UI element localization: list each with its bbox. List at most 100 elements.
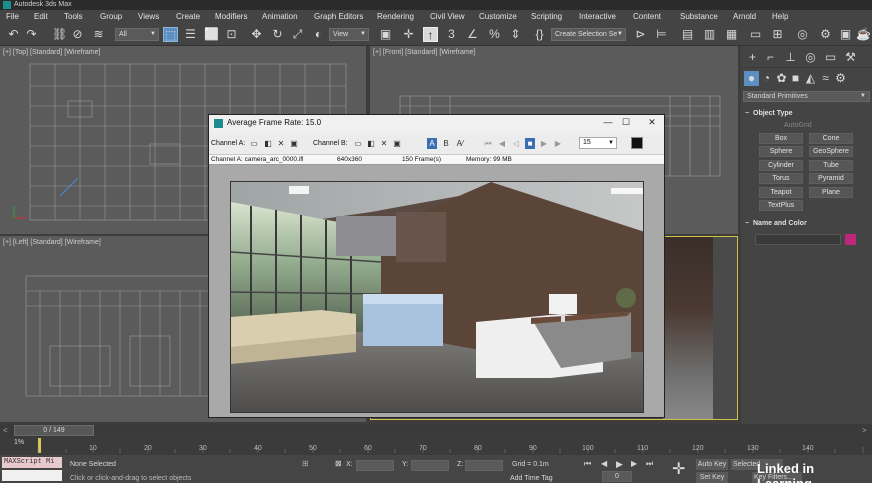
select-by-name-icon[interactable]: ☰ bbox=[183, 27, 198, 42]
viewport-left-label[interactable]: [+] [Left] [Standard] [Wireframe] bbox=[3, 239, 101, 246]
pyramid-button[interactable]: Pyramid bbox=[809, 173, 853, 184]
cameras-icon[interactable]: ■ bbox=[788, 71, 803, 86]
next-frame-icon[interactable]: ▶ bbox=[553, 138, 563, 149]
link-icon[interactable]: ⛓ bbox=[52, 27, 67, 42]
torus-button[interactable]: Torus bbox=[759, 173, 803, 184]
select-manipulate-icon[interactable]: ✛ bbox=[401, 27, 416, 42]
save-b-icon[interactable]: ◧ bbox=[366, 138, 376, 149]
cone-button[interactable]: Cone bbox=[809, 133, 853, 144]
viewport-front-label[interactable]: [+] [Front] [Standard] [Wireframe] bbox=[373, 49, 476, 56]
menu-create[interactable]: Create bbox=[176, 12, 200, 21]
prev-key-icon[interactable]: ◀ bbox=[601, 459, 607, 468]
ab-compare-icon[interactable]: A⁄ bbox=[455, 138, 465, 149]
menu-interactive[interactable]: Interactive bbox=[579, 12, 616, 21]
clear-b-icon[interactable]: ✕ bbox=[379, 138, 389, 149]
render-icon[interactable]: ☕ bbox=[856, 27, 871, 42]
maxscript-output[interactable] bbox=[2, 470, 62, 481]
pivot-center-icon[interactable]: ▣ bbox=[378, 27, 393, 42]
category-dropdown[interactable]: Standard Primitives ▼ bbox=[743, 91, 870, 102]
curve-editor-icon[interactable]: ▭ bbox=[748, 27, 763, 42]
go-to-start-icon[interactable]: ⏮ bbox=[584, 459, 591, 469]
sphere-button[interactable]: Sphere bbox=[759, 146, 803, 157]
menu-file[interactable]: File bbox=[6, 12, 19, 21]
scale-icon[interactable]: ⤢ bbox=[290, 27, 305, 42]
tube-button[interactable]: Tube bbox=[809, 160, 853, 171]
menu-civil-view[interactable]: Civil View bbox=[430, 12, 465, 21]
add-time-tag[interactable]: Add Time Tag bbox=[510, 475, 553, 482]
close-icon[interactable]: ✕ bbox=[645, 117, 659, 128]
edit-named-sets-icon[interactable]: {} bbox=[532, 27, 547, 42]
x-coord-field[interactable] bbox=[356, 460, 394, 471]
ribbon-icon[interactable]: ▦ bbox=[724, 27, 739, 42]
select-object-icon[interactable]: ⬚ bbox=[163, 27, 178, 42]
play-reverse-icon[interactable]: ◁ bbox=[511, 138, 521, 149]
helpers-icon[interactable]: ◭ bbox=[803, 71, 818, 86]
prev-frame-icon[interactable]: ◀ bbox=[497, 138, 507, 149]
systems-icon[interactable]: ⚙ bbox=[833, 71, 848, 86]
frame-rate-dropdown[interactable]: 15 ▼ bbox=[579, 137, 617, 149]
spacewarps-icon[interactable]: ≈ bbox=[818, 71, 833, 86]
menu-animation[interactable]: Animation bbox=[262, 12, 298, 21]
z-coord-field[interactable] bbox=[465, 460, 503, 471]
layer-explorer-icon[interactable]: ▥ bbox=[702, 27, 717, 42]
geosphere-button[interactable]: GeoSphere bbox=[809, 146, 853, 157]
keyboard-shortcut-icon[interactable]: ↑ bbox=[423, 27, 438, 42]
menu-views[interactable]: Views bbox=[138, 12, 159, 21]
align-icon[interactable]: ⊨ bbox=[654, 27, 669, 42]
autogrid-checkbox[interactable]: AutoGrid bbox=[784, 122, 812, 129]
box-button[interactable]: Box bbox=[759, 133, 803, 144]
menu-graph-editors[interactable]: Graph Editors bbox=[314, 12, 363, 21]
menu-tools[interactable]: Tools bbox=[64, 12, 83, 21]
viewport-top-label[interactable]: [+] [Top] [Standard] [Wireframe] bbox=[3, 49, 100, 56]
geometry-icon[interactable]: ● bbox=[744, 71, 759, 86]
lock-icon[interactable]: ⊞ bbox=[302, 459, 309, 468]
teapot-button[interactable]: Teapot bbox=[759, 187, 803, 198]
menu-modifiers[interactable]: Modifiers bbox=[215, 12, 247, 21]
save-icon[interactable]: ◧ bbox=[263, 138, 273, 149]
next-key-icon[interactable]: ▶ bbox=[631, 459, 637, 468]
object-color-swatch[interactable] bbox=[845, 234, 856, 245]
menu-edit[interactable]: Edit bbox=[34, 12, 48, 21]
place-icon[interactable]: ◐ bbox=[311, 27, 326, 42]
snaps-toggle-icon[interactable]: 3 bbox=[444, 27, 459, 42]
bind-spacewarp-icon[interactable]: ≋ bbox=[91, 27, 106, 42]
percent-snap-icon[interactable]: % bbox=[487, 27, 502, 42]
menu-arnold[interactable]: Arnold bbox=[733, 12, 756, 21]
cylinder-button[interactable]: Cylinder bbox=[759, 160, 803, 171]
name-color-rollout[interactable]: Name and Color bbox=[743, 218, 870, 229]
ref-coord-dropdown[interactable]: View ▼ bbox=[329, 28, 369, 41]
current-frame-field[interactable]: 0 bbox=[602, 471, 632, 482]
mirror-icon[interactable]: ⊳ bbox=[633, 27, 648, 42]
motion-tab-icon[interactable]: ◎ bbox=[803, 50, 818, 65]
channel-a-toggle-icon[interactable]: A bbox=[427, 138, 437, 149]
rotate-icon[interactable]: ↻ bbox=[270, 27, 285, 42]
time-next-icon[interactable]: > bbox=[862, 426, 867, 435]
key-mode-icon[interactable]: ✛ bbox=[672, 459, 685, 479]
display-b-icon[interactable]: ▣ bbox=[392, 138, 402, 149]
menu-customize[interactable]: Customize bbox=[479, 12, 517, 21]
schematic-view-icon[interactable]: ⊞ bbox=[770, 27, 785, 42]
play-animation-icon[interactable]: ▶ bbox=[616, 459, 623, 470]
rect-selection-icon[interactable]: ⬜ bbox=[204, 27, 219, 42]
selection-filter-dropdown[interactable]: All ▼ bbox=[115, 28, 159, 41]
time-prev-icon[interactable]: < bbox=[3, 426, 8, 435]
absolute-mode-icon[interactable]: ⊠ bbox=[335, 459, 342, 468]
angle-snap-icon[interactable]: ∠ bbox=[465, 27, 480, 42]
render-frame-icon[interactable]: ▣ bbox=[838, 27, 853, 42]
modify-tab-icon[interactable]: ⌐ bbox=[763, 50, 778, 65]
maxscript-listener[interactable]: MAXScript Mi bbox=[2, 457, 62, 468]
window-crossing-icon[interactable]: ⊡ bbox=[224, 27, 239, 42]
time-slider-handle[interactable]: 0 / 149 bbox=[14, 425, 94, 436]
menu-group[interactable]: Group bbox=[100, 12, 122, 21]
open-icon[interactable]: ▭ bbox=[249, 138, 259, 149]
set-key-button[interactable]: Set Key bbox=[696, 472, 728, 483]
menu-rendering[interactable]: Rendering bbox=[377, 12, 414, 21]
undo-icon[interactable]: ↶ bbox=[6, 27, 21, 42]
move-icon[interactable]: ✥ bbox=[249, 27, 264, 42]
y-coord-field[interactable] bbox=[411, 460, 449, 471]
hierarchy-tab-icon[interactable]: ⊥ bbox=[783, 50, 798, 65]
time-slider[interactable]: < 0 / 149 > bbox=[0, 424, 872, 437]
menu-content[interactable]: Content bbox=[633, 12, 661, 21]
menu-scripting[interactable]: Scripting bbox=[531, 12, 562, 21]
color-swatch[interactable] bbox=[631, 137, 643, 149]
